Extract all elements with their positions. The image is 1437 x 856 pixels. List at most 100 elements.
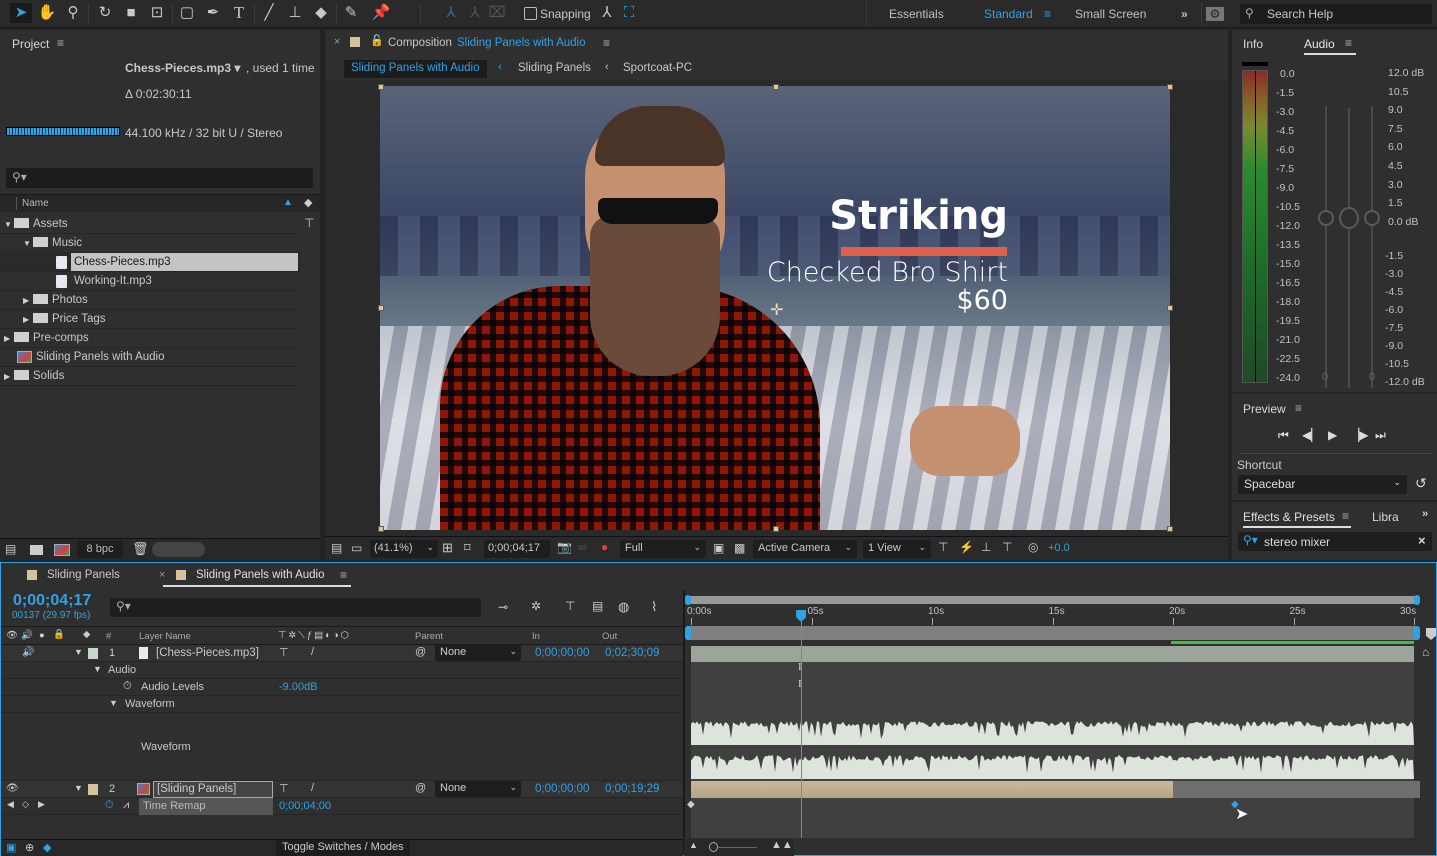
camera-tool-icon[interactable]: ■ — [120, 3, 142, 23]
layer-label-color[interactable] — [88, 784, 98, 795]
tree-item-assets[interactable]: ▼ Assets — [0, 215, 300, 234]
last-frame-icon[interactable]: ⏭ — [1375, 428, 1386, 443]
transform-handle[interactable] — [1167, 84, 1173, 90]
axis-view-icon[interactable]: ⌧ — [486, 3, 508, 23]
quality-switch-icon[interactable]: / — [311, 646, 314, 658]
play-icon[interactable]: ▶ — [1328, 428, 1337, 442]
snap-edges-icon[interactable]: ⅄ — [596, 3, 618, 23]
work-area-end-handle[interactable] — [1414, 626, 1420, 640]
preview-menu-icon[interactable]: ≡ — [1295, 401, 1302, 415]
collapse-triangle-icon[interactable]: ▶ — [4, 368, 14, 386]
navigator-end-handle[interactable] — [1414, 595, 1420, 605]
property-audio-levels[interactable]: ⏱ Audio Levels -9.00dB — [1, 679, 683, 696]
prev-keyframe-icon[interactable]: ◀ — [7, 799, 14, 810]
flowchart-icon[interactable]: ⊤ — [304, 216, 314, 230]
comp-mini-flowchart-icon[interactable]: ⊸ — [498, 600, 508, 614]
collapse-triangle-icon[interactable]: ▶ — [23, 292, 33, 310]
reset-exposure-icon[interactable]: ◎ — [1028, 540, 1038, 554]
next-frame-icon[interactable]: ▕▶ — [1350, 428, 1368, 442]
draft-3d-icon[interactable]: ✲ — [531, 599, 541, 613]
rotate-tool-icon[interactable]: ↻ — [94, 3, 116, 23]
transparency-grid-icon[interactable]: ▩ — [734, 541, 745, 555]
video-toggle-icon[interactable]: 👁 — [6, 783, 19, 794]
tree-item-price-tags[interactable]: ▶ Price Tags — [0, 310, 300, 329]
timeline-icon[interactable]: ⊥ — [981, 540, 991, 554]
tab-effects-presets[interactable]: Effects & Presets — [1243, 510, 1335, 524]
trash-icon[interactable]: 🗑 — [132, 541, 149, 557]
right-slider-value[interactable]: 0 — [1369, 371, 1375, 383]
workspace-standard[interactable]: Standard — [984, 7, 1033, 21]
brush-tool-icon[interactable]: ╱ — [258, 3, 280, 23]
tree-item-sliding-panels-with-audio[interactable]: Sliding Panels with Audio — [0, 348, 300, 367]
flowchart-icon[interactable]: ⊤ — [1002, 540, 1012, 554]
effects-search-input[interactable]: ⚲▾ stereo mixer × — [1238, 532, 1432, 551]
search-help-input[interactable]: ⚲ Search Help — [1240, 4, 1432, 24]
current-time-display[interactable]: 0;00;04;17 — [484, 540, 550, 558]
transform-handle[interactable] — [1167, 305, 1173, 311]
breadcrumb-sliding-panels[interactable]: Sliding Panels — [518, 62, 591, 74]
workspace-menu-icon[interactable]: ≡ — [1044, 7, 1051, 21]
view-layout-dropdown[interactable]: 1 View ⌄ — [863, 540, 931, 558]
layer-search-input[interactable]: ⚲▾ — [110, 598, 481, 617]
next-keyframe-icon[interactable]: ▶ — [38, 799, 45, 810]
new-folder-icon[interactable] — [30, 545, 43, 555]
tab-info[interactable]: Info — [1243, 37, 1263, 51]
first-frame-icon[interactable]: ⏮ — [1278, 428, 1289, 443]
transform-handle[interactable] — [773, 84, 779, 90]
quality-switch-icon[interactable]: / — [311, 782, 314, 794]
tab-sliding-panels[interactable]: Sliding Panels — [47, 569, 120, 581]
tree-item-solids[interactable]: ▶ Solids — [0, 367, 300, 386]
workspace-editor-icon[interactable]: ⚙ — [1206, 7, 1224, 21]
right-channel-slider[interactable] — [1364, 210, 1380, 226]
keyframe-start-icon[interactable]: ◆ — [687, 799, 695, 810]
eraser-tool-icon[interactable]: ◆ — [310, 3, 332, 23]
always-preview-icon[interactable]: ▤ — [331, 541, 342, 555]
time-ruler[interactable]: 0:00s 05s 10s 15s 20s 25s 30s — [687, 604, 1416, 626]
collapse-triangle-icon[interactable]: ▶ — [4, 330, 14, 348]
audio-toggle-icon[interactable]: 🔊 — [21, 630, 33, 641]
zoom-out-icon[interactable]: ▲ — [689, 840, 698, 850]
comp-menu-icon[interactable]: ≡ — [603, 36, 610, 50]
tree-item-music[interactable]: ▼ Music — [0, 234, 300, 253]
clear-search-icon[interactable]: × — [1418, 533, 1426, 548]
tab-libraries[interactable]: Libra — [1372, 510, 1399, 524]
video-toggle-icon[interactable]: 👁 — [6, 630, 18, 641]
layer-out-point[interactable]: 0;00;19;29 — [605, 783, 659, 795]
new-composition-icon[interactable] — [54, 544, 70, 556]
tree-item-photos[interactable]: ▶ Photos — [0, 291, 300, 310]
layer-row-2[interactable]: 👁 ▼ 2 [Sliding Panels] ⊤ / @ None ⌄ 0;00;… — [1, 781, 683, 798]
transform-handle[interactable] — [378, 84, 384, 90]
transform-handle[interactable] — [378, 305, 384, 311]
more-panels-icon[interactable]: » — [1422, 508, 1428, 520]
column-name[interactable]: Name — [22, 198, 49, 209]
comp-tab-name[interactable]: Sliding Panels with Audio — [457, 37, 586, 49]
monitor-icon[interactable]: ▭ — [351, 541, 362, 555]
parent-dropdown[interactable]: None ⌄ — [435, 645, 521, 661]
shy-switch-icon[interactable]: ⊤ — [279, 646, 289, 659]
graph-editor-icon[interactable]: ⌇ — [651, 599, 657, 615]
tree-item-working-it[interactable]: Working-It.mp3 — [0, 272, 300, 291]
axis-world-icon[interactable]: ⅄ — [464, 3, 486, 23]
expand-triangle-icon[interactable]: ▼ — [74, 783, 83, 793]
magnification-dropdown[interactable]: (41.1%) ⌄ — [370, 540, 438, 558]
resolution-grid-icon[interactable]: ⊞ — [442, 540, 453, 556]
exposure-value[interactable]: +0.0 — [1048, 542, 1070, 554]
work-area-bar[interactable] — [685, 626, 1420, 640]
shy-switch-icon[interactable]: ⊤ — [279, 782, 289, 795]
shortcut-dropdown[interactable]: Spacebar ⌄ — [1238, 475, 1407, 494]
tree-item-chess-pieces[interactable]: Chess-Pieces.mp3 — [0, 253, 300, 272]
audio-toggle-icon[interactable]: 🔊 — [22, 647, 34, 658]
expand-triangle-icon[interactable]: ▼ — [4, 216, 14, 234]
label-tag-icon[interactable]: ◆ — [83, 629, 90, 640]
tree-item-pre-comps[interactable]: ▶ Pre-comps — [0, 329, 300, 348]
expand-triangle-icon[interactable]: ▼ — [23, 235, 33, 253]
zoom-in-icon[interactable]: ▲▲ — [771, 839, 793, 851]
time-navigator[interactable] — [685, 595, 1420, 605]
transform-handle[interactable] — [378, 526, 384, 532]
graph-icon[interactable]: ⩘ — [123, 799, 129, 812]
puppet-pin-tool-icon[interactable]: 📌 — [370, 3, 392, 23]
layer-1-duration-bar[interactable] — [691, 646, 1414, 662]
solo-icon[interactable]: ● — [39, 630, 45, 641]
layer-label-color[interactable] — [88, 648, 98, 659]
thumbnail-slider[interactable] — [152, 542, 205, 557]
